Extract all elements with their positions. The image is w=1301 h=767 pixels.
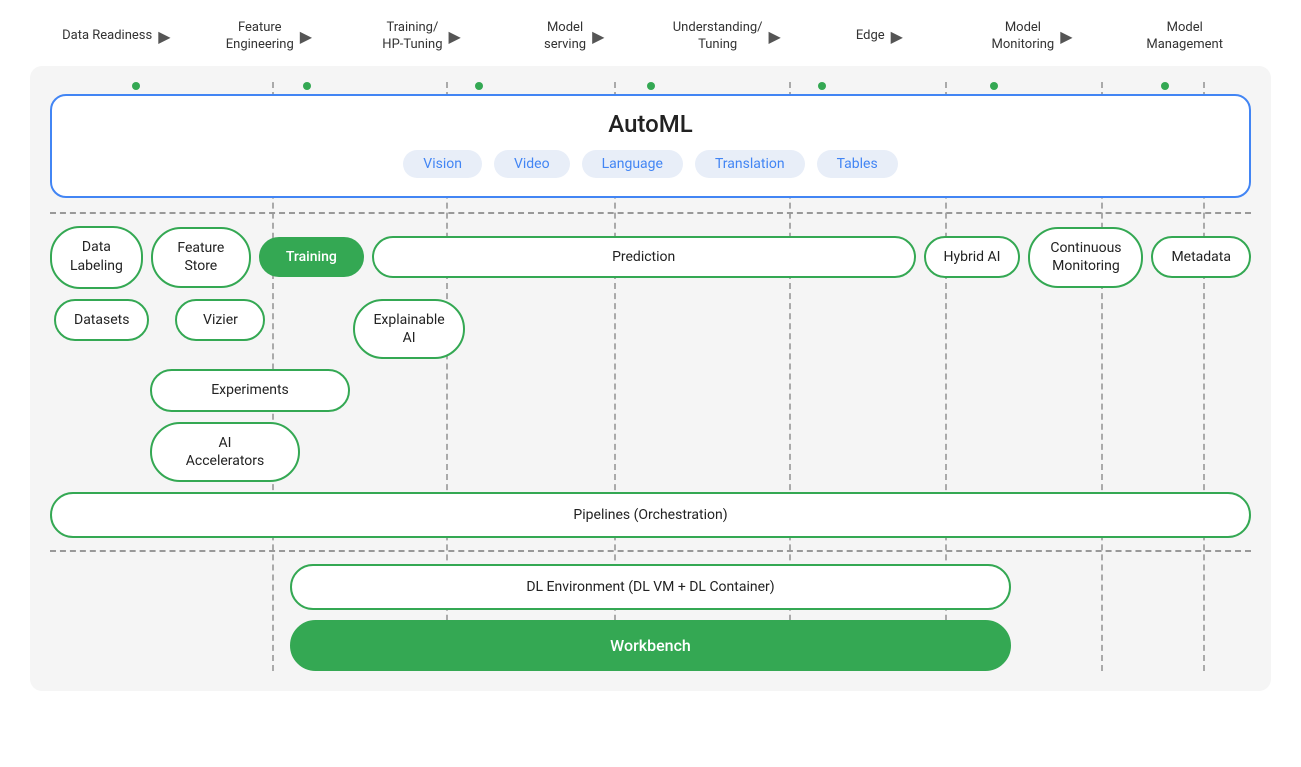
pill-data-labeling: DataLabeling	[50, 226, 143, 289]
automl-chip-tables: Tables	[817, 150, 898, 178]
arrow-1: ▶	[158, 27, 170, 46]
pill-ai-accelerators: AIAccelerators	[150, 422, 300, 482]
pill-vizier: Vizier	[175, 299, 265, 341]
pipeline-step-understanding: Understanding/Tuning ▶	[651, 20, 804, 54]
pipelines-row: Pipelines (Orchestration)	[50, 492, 1251, 538]
pill-datasets: Datasets	[54, 299, 149, 341]
pipeline-step-training: Training/HP-Tuning ▶	[345, 20, 498, 54]
pipeline-step-edge: Edge ▶	[803, 27, 956, 46]
pill-training: Training	[259, 237, 364, 277]
explainable-container: ExplainableAI	[273, 299, 1251, 359]
feature-row-4: AIAccelerators	[150, 422, 1251, 482]
h-divider-1	[50, 212, 1251, 214]
pill-explainable-ai: ExplainableAI	[353, 299, 464, 359]
dl-env-container: DL Environment (DL VM + DL Container)	[290, 564, 1011, 610]
pipeline-step-model-management: ModelManagement	[1108, 20, 1261, 54]
arrow-7: ▶	[1060, 27, 1072, 46]
diagram-inner: AutoML Vision Video Language Translation…	[50, 82, 1251, 672]
automl-chip-language: Language	[582, 150, 683, 178]
pipeline-step-model-monitoring: ModelMonitoring ▶	[956, 20, 1109, 54]
pipeline-step-feature-eng: FeatureEngineering ▶	[193, 20, 346, 54]
feature-row-3: Experiments	[150, 369, 1251, 411]
pipeline-step-data-readiness: Data Readiness ▶	[40, 27, 193, 46]
automl-box: AutoML Vision Video Language Translation…	[50, 94, 1251, 198]
diagram-container: Data Readiness ▶ FeatureEngineering ▶ Tr…	[0, 0, 1301, 767]
automl-chip-video: Video	[494, 150, 570, 178]
pill-prediction: Prediction	[372, 236, 916, 278]
pill-pipelines: Pipelines (Orchestration)	[50, 492, 1251, 538]
automl-chip-vision: Vision	[403, 150, 482, 178]
arrow-4: ▶	[592, 27, 604, 46]
main-area: AutoML Vision Video Language Translation…	[30, 66, 1271, 692]
pipeline-step-model-serving: Modelserving ▶	[498, 20, 651, 54]
arrow-5: ▶	[769, 27, 781, 46]
workbench-container: Workbench	[290, 620, 1011, 671]
pill-feature-store: FeatureStore	[151, 227, 251, 287]
pill-workbench: Workbench	[290, 620, 1011, 671]
arrow-2: ▶	[300, 27, 312, 46]
pill-dl-environment: DL Environment (DL VM + DL Container)	[290, 564, 1011, 610]
feature-row-1: DataLabeling FeatureStore Training Predi…	[50, 226, 1251, 289]
feature-row-2: Datasets Vizier ExplainableAI	[54, 299, 1251, 359]
pipeline-header: Data Readiness ▶ FeatureEngineering ▶ Tr…	[30, 20, 1271, 54]
pill-metadata: Metadata	[1151, 236, 1251, 278]
automl-chip-translation: Translation	[695, 150, 805, 178]
pill-experiments: Experiments	[150, 369, 350, 411]
arrow-6: ▶	[891, 27, 903, 46]
automl-chips: Vision Video Language Translation Tables	[72, 150, 1229, 178]
automl-title: AutoML	[72, 110, 1229, 138]
h-divider-2	[50, 550, 1251, 552]
arrow-3: ▶	[449, 27, 461, 46]
bottom-section: DL Environment (DL VM + DL Container) Wo…	[50, 564, 1251, 671]
pill-continuous-monitoring: ContinuousMonitoring	[1028, 227, 1143, 287]
pill-hybrid-ai: Hybrid AI	[924, 236, 1021, 278]
